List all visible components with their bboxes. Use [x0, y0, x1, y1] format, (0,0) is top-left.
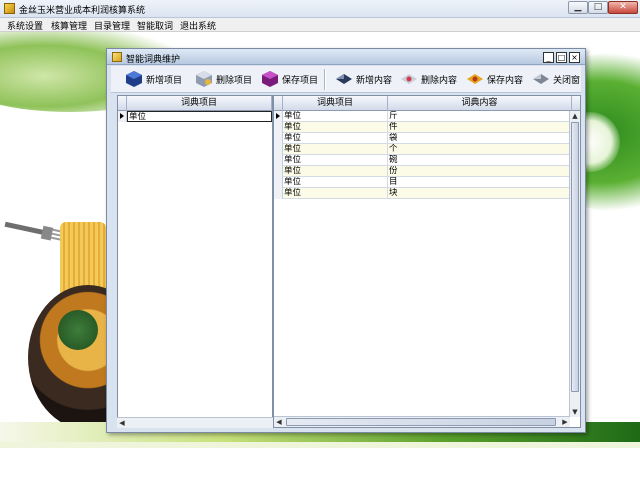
contents-item-cell[interactable]: 单位 — [283, 155, 388, 166]
contents-item-cell[interactable]: 单位 — [283, 177, 388, 188]
contents-value-cell[interactable]: 个 — [388, 144, 572, 155]
dialog-maximize-button[interactable]: □ — [556, 52, 567, 63]
items-scroll-left-icon[interactable]: ◀ — [117, 418, 127, 428]
contents-value-cell[interactable]: 袋 — [388, 133, 572, 144]
maximize-button[interactable]: □ — [588, 1, 608, 14]
contents-item-cell[interactable]: 单位 — [283, 122, 388, 133]
contents-grid-row[interactable]: 单位 个 — [274, 144, 580, 155]
horizontal-scroll-thumb[interactable] — [286, 418, 556, 426]
dialog-minimize-button[interactable]: _ — [543, 52, 554, 63]
vertical-scroll-thumb[interactable] — [571, 122, 579, 392]
app-icon — [4, 3, 15, 14]
dialog-title: 智能词典维护 — [126, 55, 181, 65]
delete-content-icon — [401, 74, 417, 84]
save-item-label: 保存项目 — [282, 75, 319, 86]
contents-header-item[interactable]: 词典项目 — [283, 96, 388, 111]
row-indicator — [274, 155, 283, 166]
row-indicator — [118, 111, 127, 122]
menu-accounting[interactable]: 核算管理 — [51, 19, 87, 32]
contents-grid-row[interactable]: 单位 袋 — [274, 133, 580, 144]
contents-grid: 词典项目 词典内容 单位 斤 单位 件 单位 袋 单位 个 单位 碗 单位 份 … — [273, 95, 581, 428]
dialog-close-button[interactable]: × — [569, 52, 580, 63]
contents-item-cell[interactable]: 单位 — [283, 188, 388, 199]
contents-grid-row[interactable]: 单位 件 — [274, 122, 580, 133]
menu-exit[interactable]: 退出系统 — [180, 19, 216, 32]
vertical-scrollbar[interactable]: ▲ ▼ — [569, 111, 580, 417]
contents-value-cell[interactable]: 斤 — [388, 111, 572, 122]
row-indicator — [274, 122, 283, 133]
garnish-image — [58, 310, 98, 350]
dialog-icon — [112, 52, 122, 62]
close-window-button[interactable]: 关闭窗 — [532, 68, 580, 90]
contents-header-content[interactable]: 词典内容 — [388, 96, 572, 111]
items-horizontal-scrollbar[interactable]: ◀ — [117, 417, 273, 428]
new-content-icon — [336, 74, 352, 84]
minimize-button[interactable]: ▁ — [568, 1, 588, 14]
close-button[interactable]: ✕ — [608, 1, 638, 14]
save-content-button[interactable]: 保存内容 — [466, 68, 523, 90]
delete-content-label: 删除内容 — [421, 75, 458, 86]
dialog-titlebar: 智能词典维护 _ □ × — [107, 49, 585, 65]
contents-grid-row[interactable]: 单位 块 — [274, 188, 580, 199]
app-title: 金丝玉米营业成本利润核算系统 — [19, 6, 146, 16]
row-indicator — [274, 177, 283, 188]
save-content-label: 保存内容 — [487, 75, 524, 86]
contents-grid-row[interactable]: 单位 目 — [274, 177, 580, 188]
save-item-button[interactable]: 保存项目 — [261, 68, 318, 90]
new-content-label: 新增内容 — [356, 75, 393, 86]
items-grid: 词典项目 单位 — [117, 95, 273, 428]
menu-catalog[interactable]: 目录管理 — [94, 19, 130, 32]
contents-item-cell[interactable]: 单位 — [283, 166, 388, 177]
contents-item-cell[interactable]: 单位 — [283, 111, 388, 122]
row-indicator — [274, 133, 283, 144]
new-item-label: 新增项目 — [146, 75, 183, 86]
items-grid-row[interactable]: 单位 — [118, 111, 272, 122]
new-content-button[interactable]: 新增内容 — [335, 68, 392, 90]
row-indicator — [274, 188, 283, 199]
menu-system-settings[interactable]: 系统设置 — [7, 19, 43, 32]
contents-value-cell[interactable]: 份 — [388, 166, 572, 177]
menu-bar: 系统设置 核算管理 目录管理 智能取词 退出系统 — [0, 18, 640, 32]
row-indicator — [274, 111, 283, 122]
toolbar-separator — [324, 69, 326, 90]
delete-item-button[interactable]: 删除项目 — [195, 68, 252, 90]
delete-item-label: 删除项目 — [216, 75, 253, 86]
scroll-down-icon[interactable]: ▼ — [570, 407, 580, 417]
contents-value-cell[interactable]: 目 — [388, 177, 572, 188]
scroll-right-icon[interactable]: ▶ — [560, 417, 570, 427]
items-header-item[interactable]: 词典项目 — [127, 96, 272, 111]
contents-grid-corner — [274, 96, 283, 111]
close-window-label: 关闭窗 — [553, 75, 581, 86]
new-item-button[interactable]: 新增项目 — [125, 68, 182, 90]
scroll-left-icon[interactable]: ◀ — [274, 417, 284, 427]
items-grid-header: 词典项目 — [118, 96, 272, 111]
contents-grid-row[interactable]: 单位 斤 — [274, 111, 580, 122]
delete-content-button[interactable]: 删除内容 — [400, 68, 457, 90]
horizontal-scrollbar[interactable]: ◀ ▶ — [274, 416, 570, 427]
new-item-icon — [126, 71, 142, 87]
items-cell[interactable]: 单位 — [127, 111, 272, 122]
contents-value-cell[interactable]: 块 — [388, 188, 572, 199]
contents-value-cell[interactable]: 件 — [388, 122, 572, 133]
delete-item-icon — [196, 71, 212, 87]
save-content-icon — [467, 74, 483, 84]
contents-grid-row[interactable]: 单位 份 — [274, 166, 580, 177]
status-strip — [0, 442, 640, 448]
dialog-toolbar: 新增项目 删除项目 保存项目 新增内容 删除内容 保存内容 关闭窗 — [111, 66, 581, 93]
row-indicator — [274, 166, 283, 177]
scroll-up-icon[interactable]: ▲ — [570, 111, 580, 121]
contents-item-cell[interactable]: 单位 — [283, 133, 388, 144]
dictionary-dialog: 智能词典维护 _ □ × 新增项目 删除项目 保存项目 新增内容 删除内容 保存… — [106, 48, 586, 433]
menu-smart-words[interactable]: 智能取词 — [137, 19, 173, 32]
items-grid-corner — [118, 96, 127, 111]
contents-grid-row[interactable]: 单位 碗 — [274, 155, 580, 166]
contents-grid-header: 词典项目 词典内容 — [274, 96, 580, 111]
row-indicator — [274, 144, 283, 155]
app-titlebar: 金丝玉米营业成本利润核算系统 ▁ □ ✕ — [0, 0, 640, 18]
contents-item-cell[interactable]: 单位 — [283, 144, 388, 155]
close-window-icon — [533, 74, 549, 84]
save-item-icon — [262, 71, 278, 87]
contents-value-cell[interactable]: 碗 — [388, 155, 572, 166]
